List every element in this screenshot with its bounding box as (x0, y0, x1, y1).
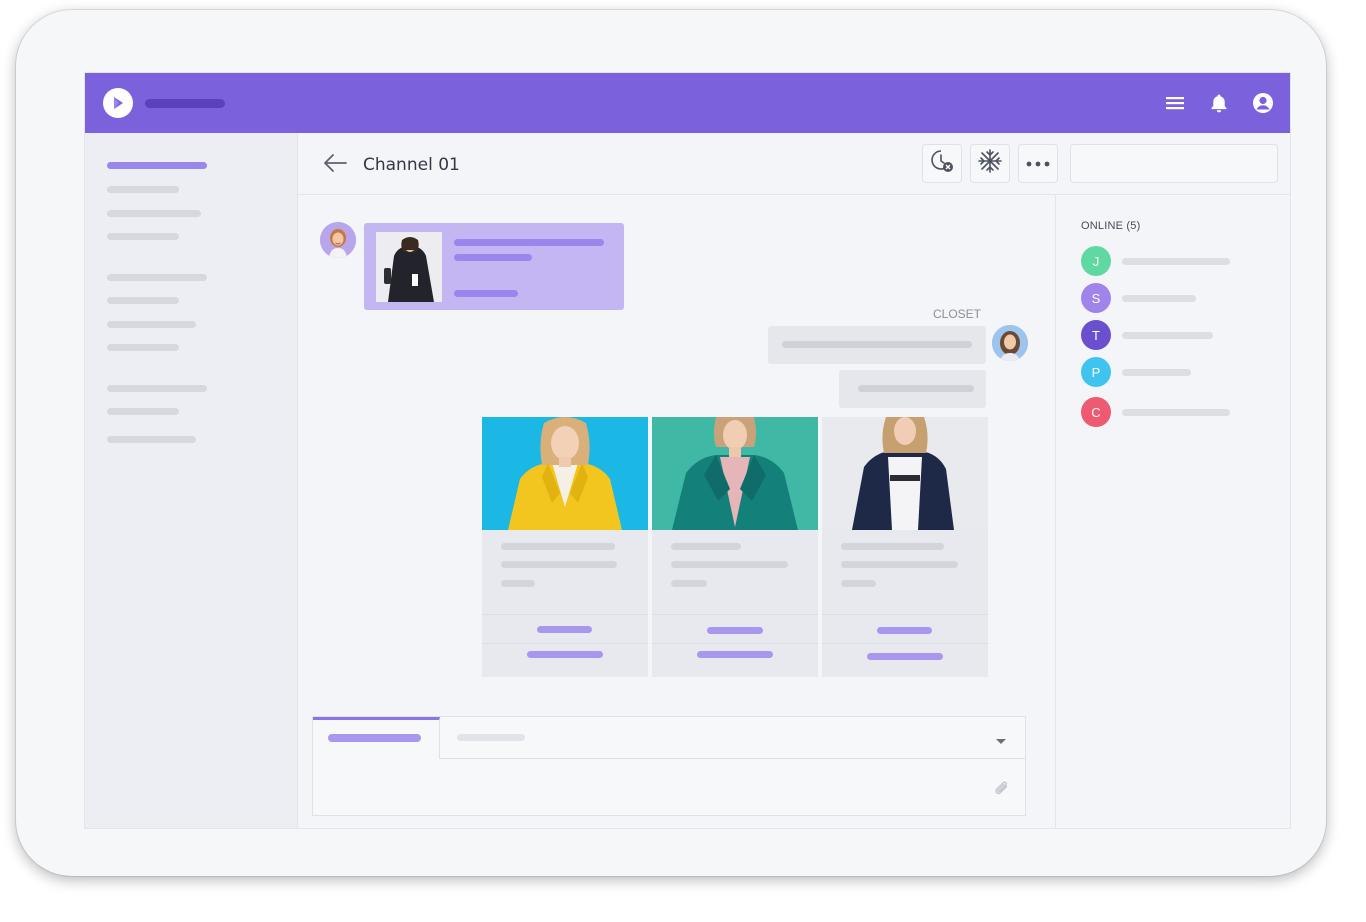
sidebar-item[interactable] (107, 210, 201, 217)
online-title: ONLINE (5) (1081, 220, 1141, 232)
message-text-line (782, 341, 972, 348)
product-image (652, 417, 818, 530)
bell-icon[interactable] (1206, 90, 1232, 116)
message-text-line (454, 254, 532, 261)
online-user[interactable]: T (1081, 320, 1281, 350)
product-action-link[interactable] (707, 627, 763, 634)
channel-header: Channel 01 (298, 133, 1290, 195)
product-text-line (841, 543, 944, 550)
top-bar (85, 73, 1290, 133)
product-text-line (501, 561, 617, 568)
sidebar-item[interactable] (107, 408, 179, 415)
online-user[interactable]: J (1081, 246, 1281, 276)
message-text-line (454, 239, 604, 246)
product-action-link[interactable] (697, 651, 773, 658)
user-avatar: P (1081, 357, 1111, 387)
card-divider (822, 643, 988, 644)
product-text-line (501, 580, 535, 587)
online-users-panel: ONLINE (5) J S T P C (1055, 195, 1290, 828)
message-textarea[interactable] (313, 760, 1025, 815)
card-divider (482, 614, 648, 615)
outgoing-message[interactable] (839, 370, 986, 408)
user-avatar: T (1081, 320, 1111, 350)
online-user[interactable]: S (1081, 283, 1281, 313)
online-user[interactable]: P (1081, 357, 1281, 387)
product-action-link[interactable] (537, 626, 592, 633)
sidebar-item[interactable] (107, 321, 196, 328)
user-name-placeholder (1122, 295, 1196, 302)
product-text-line (501, 543, 615, 550)
card-divider (482, 643, 648, 644)
timer-cancel-button[interactable] (922, 144, 962, 183)
composer-tab-active[interactable] (313, 717, 440, 759)
message-text-line (454, 290, 518, 297)
product-action-link[interactable] (867, 653, 943, 660)
sidebar-item[interactable] (107, 274, 207, 281)
user-name-placeholder (1122, 369, 1191, 376)
search-input[interactable] (1070, 144, 1278, 183)
user-circle-icon[interactable] (1250, 90, 1276, 116)
product-text-line (841, 580, 876, 587)
online-user[interactable]: C (1081, 397, 1281, 427)
chat-area: CLOSET (298, 195, 1055, 828)
user-name-placeholder (1122, 409, 1230, 416)
user-avatar: S (1081, 283, 1111, 313)
product-text-line (671, 561, 788, 568)
tab-label-placeholder (328, 734, 421, 742)
sidebar-item[interactable] (107, 436, 196, 443)
product-action-link[interactable] (527, 651, 603, 658)
sidebar (85, 133, 298, 828)
customer-avatar (320, 222, 356, 258)
freeze-button[interactable] (970, 144, 1010, 183)
snowflake-icon (977, 148, 1003, 179)
product-thumbnail (376, 232, 442, 302)
sidebar-item[interactable] (107, 297, 179, 304)
play-logo-icon[interactable] (103, 88, 133, 118)
card-divider (822, 614, 988, 615)
sidebar-item[interactable] (107, 344, 179, 351)
product-card[interactable] (822, 417, 988, 677)
select-value-placeholder (457, 734, 525, 741)
message-composer (312, 716, 1026, 816)
product-image (482, 417, 648, 530)
user-name-placeholder (1122, 332, 1213, 339)
sender-label: CLOSET (933, 307, 982, 321)
product-action-link[interactable] (877, 627, 932, 634)
outgoing-message[interactable] (768, 326, 986, 364)
app-name-placeholder (145, 99, 225, 108)
card-divider (652, 614, 818, 615)
channel-title: Channel 01 (363, 155, 460, 175)
user-avatar: C (1081, 397, 1111, 427)
message-text-line (858, 385, 974, 392)
sidebar-item[interactable] (107, 233, 179, 240)
timer-cancel-icon (929, 148, 955, 179)
back-arrow-icon[interactable] (322, 152, 348, 179)
product-text-line (841, 561, 958, 568)
user-name-placeholder (1122, 258, 1230, 265)
chevron-down-icon (995, 733, 1007, 751)
card-divider (652, 643, 818, 644)
product-card[interactable] (482, 417, 648, 677)
user-avatar: J (1081, 246, 1111, 276)
product-text-line (671, 543, 741, 550)
tablet-frame: Channel 01 CLOSET ONLINE (5) J S T P C (16, 10, 1326, 876)
product-text-line (671, 580, 707, 587)
product-card[interactable] (652, 417, 818, 677)
app-screen: Channel 01 CLOSET ONLINE (5) J S T P C (84, 72, 1291, 829)
incoming-product-message[interactable] (364, 223, 624, 310)
agent-avatar (992, 325, 1028, 361)
product-image (822, 417, 988, 530)
template-select[interactable] (440, 717, 1025, 759)
paperclip-icon[interactable] (992, 779, 1012, 804)
sidebar-item[interactable] (107, 385, 207, 392)
more-dots-icon (1025, 155, 1051, 173)
sidebar-item[interactable] (107, 186, 179, 193)
sidebar-item-active[interactable] (107, 162, 207, 169)
hamburger-menu-icon[interactable] (1162, 90, 1188, 116)
more-button[interactable] (1018, 144, 1058, 183)
